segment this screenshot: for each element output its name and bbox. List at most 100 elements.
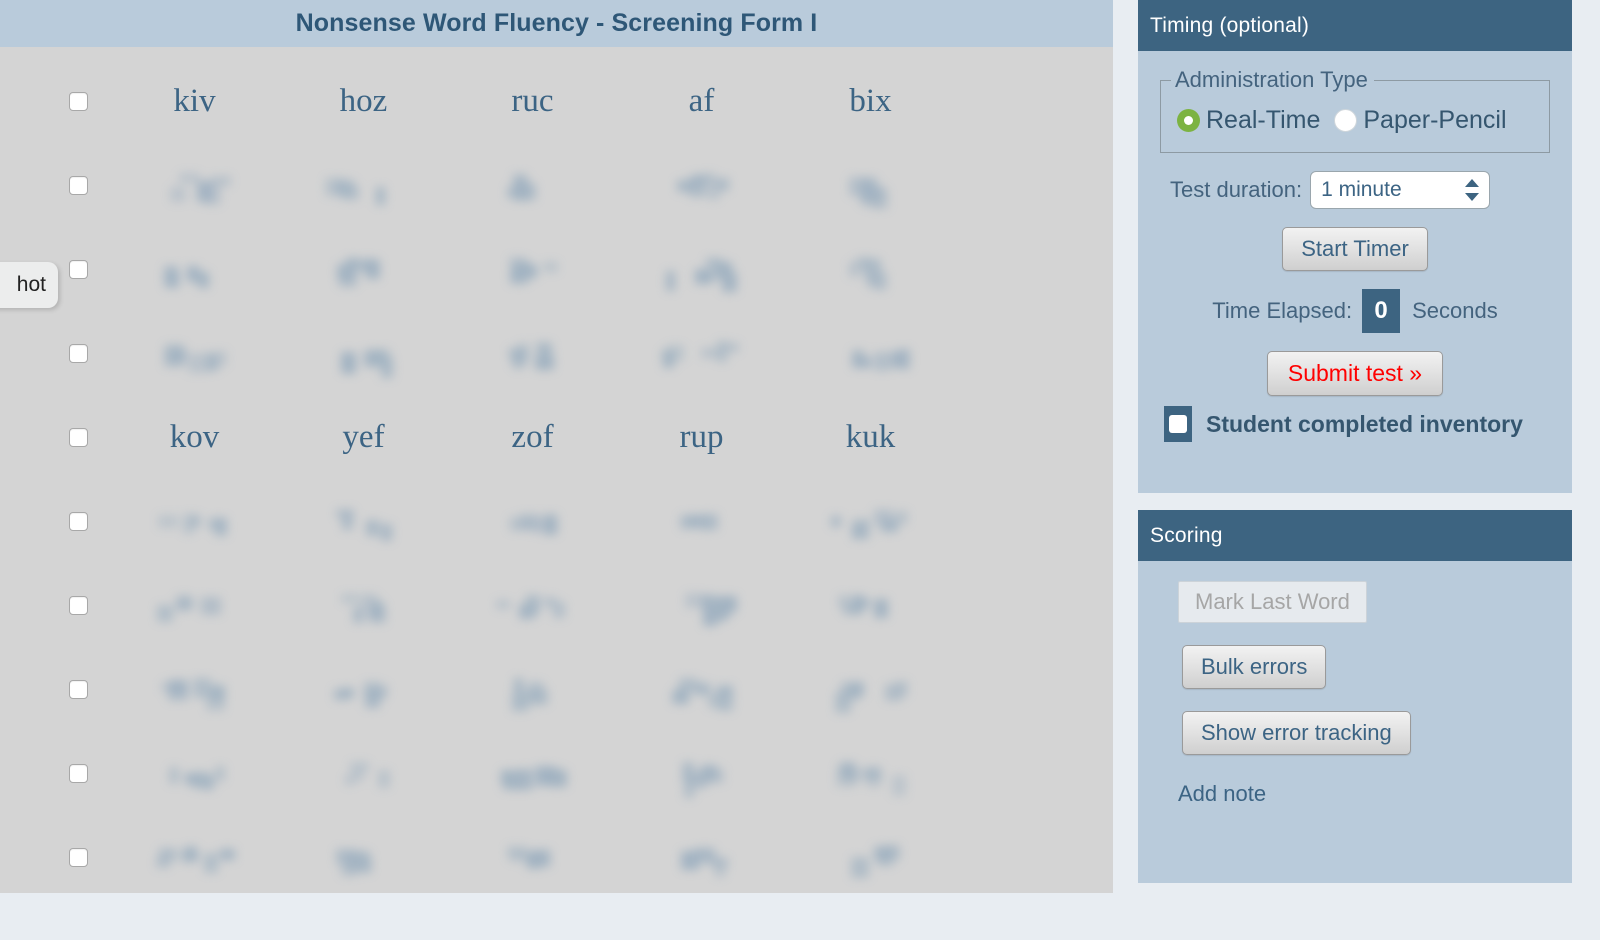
word-cell[interactable] [279,753,448,793]
redacted-word [842,165,900,209]
mark-last-word-button[interactable]: Mark Last Word [1178,581,1367,623]
test-duration-select[interactable]: 1 minute [1310,171,1491,209]
word-cell[interactable] [279,669,448,709]
row-checkbox[interactable] [69,847,88,867]
word-cell[interactable]: zof [448,420,617,454]
redacted-word [338,753,390,793]
spinner-arrows-icon [1465,178,1480,202]
word-cell[interactable] [617,585,786,626]
word-cell[interactable]: ruc [448,84,617,118]
redacted-word [665,249,739,292]
word-cell[interactable] [786,585,955,625]
redacted-word [495,585,571,625]
sidebar: Timing (optional) Administration Type Re… [1138,0,1572,900]
word-cell[interactable] [448,249,617,289]
word-row [0,731,1113,815]
word-cell[interactable] [617,333,786,373]
row-checkbox[interactable] [69,427,88,447]
add-note-link[interactable]: Add note [1178,781,1266,807]
row-checkbox[interactable] [69,343,88,363]
row-checkbox[interactable] [69,763,88,783]
redacted-word [658,333,746,373]
word-cell[interactable] [110,501,279,541]
word-cell[interactable] [279,501,448,541]
word-cell[interactable]: kiv [110,84,279,118]
student-completed-inventory-label: Student completed inventory [1206,410,1523,437]
word-cell[interactable] [110,585,279,625]
bulk-errors-button[interactable]: Bulk errors [1182,645,1327,689]
word-cell[interactable] [448,165,617,205]
redacted-word [159,333,231,373]
show-error-tracking-row: Show error tracking [1152,689,1558,755]
redacted-word [337,249,390,289]
word-cell[interactable] [110,837,279,877]
start-timer-button[interactable]: Start Timer [1282,227,1428,271]
word-cell[interactable]: af [617,84,786,118]
word-cell[interactable] [448,585,617,625]
word-cell[interactable]: hoz [279,84,448,118]
redacted-word [330,837,398,877]
word-cell[interactable] [786,501,955,541]
word-cell[interactable]: kov [110,420,279,454]
row-checkbox[interactable] [69,175,88,195]
show-error-tracking-button[interactable]: Show error tracking [1182,711,1411,755]
word-cell[interactable] [110,333,279,373]
redacted-word [674,501,730,541]
radio-real-time[interactable] [1177,109,1200,132]
word-cell[interactable] [279,333,448,378]
word-cell[interactable] [617,753,786,798]
redacted-word [504,501,561,541]
word-cell[interactable] [786,165,955,209]
row-checkbox[interactable] [69,679,88,699]
test-duration-value: 1 minute [1321,178,1402,201]
word-cell[interactable] [448,501,617,541]
radio-paper-pencil[interactable] [1334,109,1358,132]
row-checkbox[interactable] [69,595,88,615]
word-cell[interactable] [110,165,279,205]
word-cell[interactable]: yef [279,420,448,454]
word-cell[interactable] [786,249,955,290]
redacted-word [665,669,738,711]
word-row: kov yef zof rup kuk [0,395,1113,479]
redacted-word [157,669,233,711]
word-cell[interactable] [448,753,617,793]
word-cell[interactable] [110,669,279,711]
redacted-word [847,249,895,290]
redacted-word [831,753,910,796]
word-cell[interactable] [786,837,955,878]
word-cell[interactable] [448,669,617,712]
word-cell[interactable] [110,249,279,289]
word-cell[interactable] [786,753,955,796]
word-cell[interactable] [786,669,955,713]
word-cell[interactable] [448,333,617,373]
word-cell[interactable] [617,837,786,877]
administration-type-fieldset: Administration Type Real-Time Paper-Penc… [1160,67,1550,153]
word-cell[interactable]: rup [617,420,786,454]
word-cell[interactable] [448,837,617,877]
submit-test-button[interactable]: Submit test » [1266,351,1444,396]
student-completed-inventory-checkbox[interactable] [1164,406,1192,442]
word-cell[interactable] [279,249,448,289]
word-cell[interactable] [617,249,786,292]
row-checkbox[interactable] [69,259,88,279]
row-checkbox-cell [0,847,110,867]
word-cell[interactable]: kuk [786,420,955,454]
word-cell[interactable] [617,165,786,205]
redacted-word [155,837,235,877]
timing-panel-header: Timing (optional) [1138,0,1572,51]
word-cell[interactable] [279,165,448,205]
start-timer-row: Start Timer [1152,209,1558,271]
redacted-word [326,333,402,378]
word-cell[interactable] [110,753,279,793]
row-checkbox[interactable] [69,91,88,111]
word-cell[interactable] [617,501,786,541]
word-cell[interactable] [617,669,786,711]
row-checkbox-cell [0,763,110,783]
word-cell[interactable] [279,585,448,625]
word-cell[interactable] [279,837,448,877]
edge-popup-button[interactable]: hot [0,262,58,308]
word-cell[interactable] [786,333,955,373]
word-row [0,563,1113,647]
word-cell[interactable]: bix [786,84,955,118]
row-checkbox[interactable] [69,511,88,531]
